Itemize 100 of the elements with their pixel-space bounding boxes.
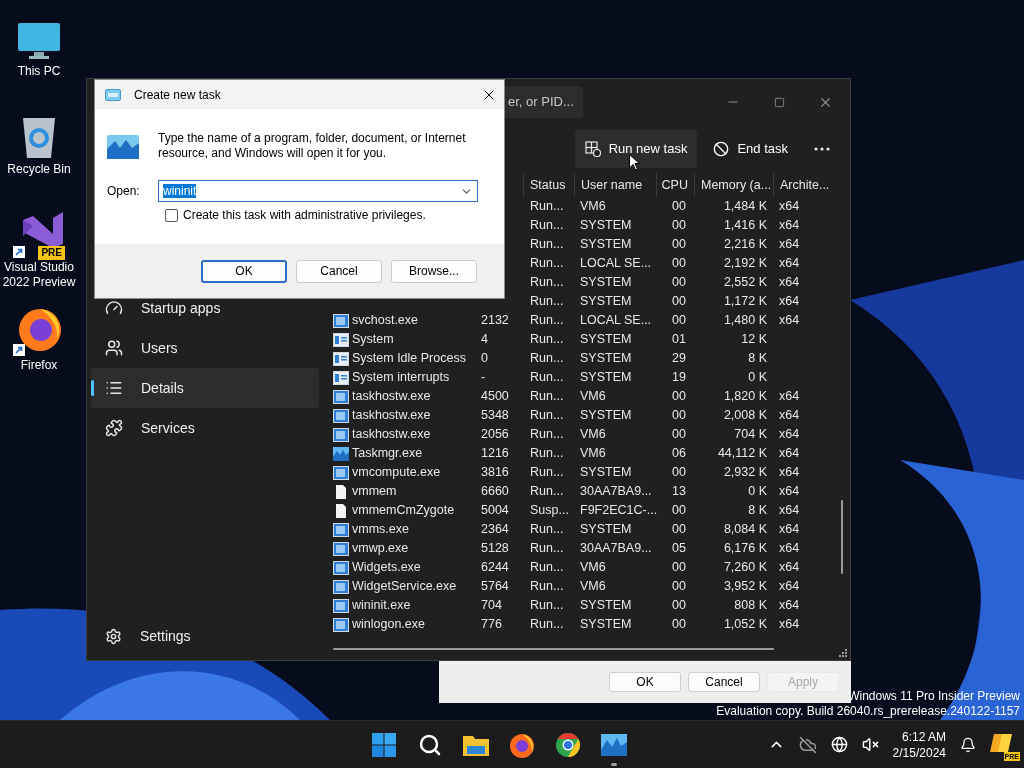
column-header[interactable]: Archite...	[773, 173, 833, 197]
table-cell: Run...	[530, 427, 564, 442]
vertical-scrollbar-thumb[interactable]	[841, 500, 843, 574]
sidebar-item[interactable]: Users	[91, 328, 319, 368]
table-cell: 2,192 K	[723, 256, 767, 271]
speaker-muted-icon[interactable]	[861, 736, 879, 753]
run-new-task-button[interactable]: Run new task	[574, 130, 698, 168]
prohibited-icon	[713, 141, 730, 157]
column-header[interactable]: User name	[574, 173, 656, 197]
table-cell: 4	[481, 332, 488, 347]
resize-grip-icon[interactable]	[838, 648, 848, 658]
table-cell: 3816	[481, 465, 509, 480]
desktop-icon-label[interactable]: This PC	[0, 64, 78, 79]
column-header[interactable]: Memory (a...	[694, 173, 773, 197]
table-cell: 00	[672, 218, 686, 233]
sidebar-item[interactable]: Details	[91, 368, 319, 408]
table-cell: 6,176 K	[723, 541, 767, 556]
table-cell: 2,932 K	[723, 465, 767, 480]
globe-icon[interactable]	[830, 736, 848, 753]
dialog-button[interactable]: Browse...	[391, 259, 477, 283]
start-icon[interactable]	[372, 732, 396, 757]
table-cell: 1,172 K	[723, 294, 767, 309]
end-task-button[interactable]: End task	[703, 130, 798, 168]
chrome-icon[interactable]	[555, 731, 581, 758]
table-cell: 00	[672, 579, 686, 594]
table-cell-text: taskhostw.exe	[352, 388, 431, 406]
checkbox[interactable]	[165, 208, 178, 222]
table-cell: x64	[779, 237, 800, 252]
table-cell: x64	[779, 389, 800, 404]
table-cell: Run...	[530, 465, 564, 480]
desktop-icon-label[interactable]: Visual Studio 2022 Preview	[0, 260, 78, 290]
table-cell: Run...	[530, 522, 564, 537]
table-cell: Run...	[530, 351, 564, 366]
folder-icon[interactable]	[463, 733, 489, 756]
column-header[interactable]: CPU	[656, 173, 694, 197]
horizontal-scrollbar-thumb[interactable]	[333, 648, 774, 650]
task-manager-icon[interactable]	[601, 733, 627, 756]
table-cell: 3,952 K	[723, 579, 767, 594]
recycle-bin-icon[interactable]	[21, 116, 57, 160]
table-cell: Run...	[530, 579, 564, 594]
table-cell: x64	[779, 408, 800, 423]
app-window-icon	[333, 598, 349, 613]
firefox-icon[interactable]	[17, 306, 63, 352]
firefox-icon[interactable]	[509, 731, 535, 758]
system-window-icon	[333, 332, 349, 347]
dialog-button[interactable]: OK	[609, 672, 681, 692]
table-cell: SYSTEM	[580, 617, 632, 632]
dialog-title: Create new task	[134, 86, 221, 104]
dialog-button[interactable]: OK	[201, 259, 287, 283]
table-cell: 808 K	[734, 598, 767, 613]
column-header[interactable]: Status	[523, 173, 574, 197]
app-window-icon	[333, 579, 349, 594]
desktop-icon-label[interactable]: Recycle Bin	[0, 162, 78, 177]
table-cell: 1,416 K	[723, 218, 767, 233]
table-cell: 05	[672, 541, 686, 556]
list-icon	[105, 379, 123, 397]
table-cell: 00	[672, 313, 686, 328]
table-cell: x64	[779, 560, 800, 575]
gauge-icon	[105, 299, 123, 317]
table-cell: 30AA7BA9...	[580, 484, 652, 499]
app-window-icon	[333, 560, 349, 575]
cloud-off-icon[interactable]	[798, 735, 817, 754]
app-window-icon	[333, 522, 349, 537]
table-cell: F9F2EC1C-...	[580, 503, 658, 518]
search-icon[interactable]	[418, 732, 442, 757]
monitor-icon[interactable]	[17, 22, 61, 62]
open-combo-field[interactable]: wininit	[158, 180, 478, 202]
sidebar-item[interactable]: Services	[91, 408, 319, 448]
table-cell: 00	[672, 598, 686, 613]
table-cell: SYSTEM	[580, 522, 632, 537]
table-cell: 2056	[481, 427, 509, 442]
checkbox-label[interactable]: Create this task with administrative privileges.	[183, 206, 426, 224]
table-cell: 6660	[481, 484, 509, 499]
table-cell: 2132	[481, 313, 509, 328]
search-field[interactable]: er, or PID...	[505, 86, 583, 118]
sidebar-item[interactable]: Startup apps	[91, 288, 319, 328]
table-cell: VM6	[580, 579, 606, 594]
shortcut-arrow-icon	[13, 246, 25, 258]
window-plus-icon	[584, 141, 601, 157]
table-cell-text: System Idle Process	[352, 350, 466, 368]
dialog-button[interactable]: Cancel	[688, 672, 760, 692]
desktop-icon-label[interactable]: Firefox	[0, 358, 78, 373]
clock[interactable]: 6:12 AM 2/15/2024	[892, 728, 946, 761]
table-cell: 1,820 K	[723, 389, 767, 404]
table-cell: 00	[672, 237, 686, 252]
table-cell: x64	[779, 484, 800, 499]
bell-icon[interactable]	[960, 736, 976, 753]
dialog-button[interactable]: Cancel	[296, 259, 382, 283]
table-cell: Run...	[530, 218, 564, 233]
table-cell: 1216	[481, 446, 509, 461]
table-cell: x64	[779, 446, 800, 461]
table-cell: x64	[779, 313, 800, 328]
table-cell: Run...	[530, 389, 564, 404]
running-indicator	[611, 762, 617, 766]
table-cell: x64	[779, 218, 800, 233]
app-window-icon	[333, 541, 349, 556]
copilot-icon[interactable]	[990, 731, 1014, 754]
table-cell: 2364	[481, 522, 509, 537]
table-cell: Run...	[530, 237, 564, 252]
puzzle-icon	[105, 419, 123, 437]
